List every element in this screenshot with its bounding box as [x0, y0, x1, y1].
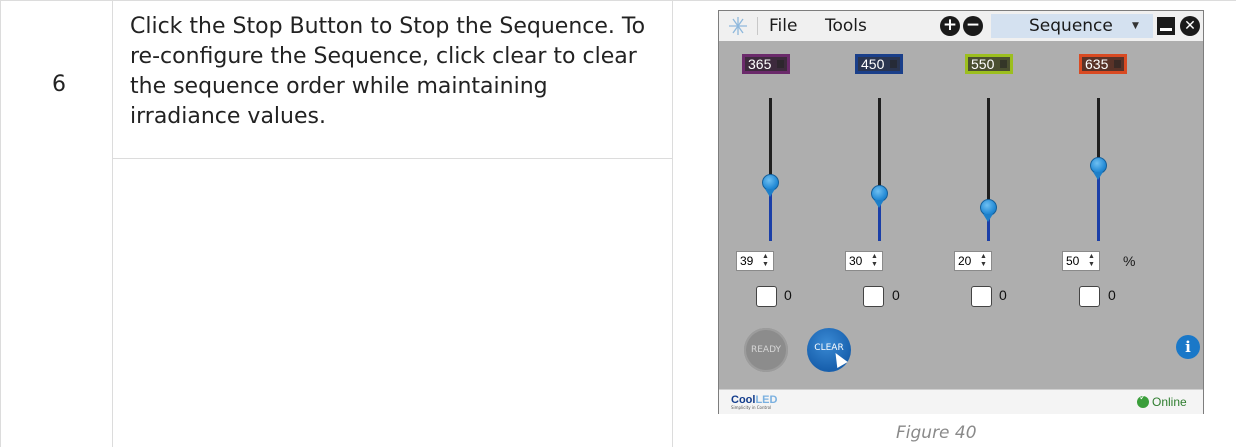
- close-icon[interactable]: ✕: [1180, 16, 1200, 36]
- wavelength-badge-635: 635: [1079, 54, 1127, 74]
- menu-file[interactable]: File: [769, 16, 797, 36]
- percent-unit: %: [1123, 253, 1136, 269]
- menu-tools[interactable]: Tools: [825, 16, 867, 36]
- intensity-value: 30: [849, 254, 863, 268]
- table-row-divider: [112, 158, 672, 159]
- stepper-arrows-icon[interactable]: ▲ ▼: [980, 253, 989, 269]
- wavelength-badge-450: 450: [855, 54, 903, 74]
- table-top-border: [0, 0, 1236, 1]
- sequence-order-365: 0: [784, 287, 792, 303]
- wavelength-badge-550: 550: [965, 54, 1013, 74]
- intensity-input-450[interactable]: 30 ▲ ▼: [845, 251, 883, 271]
- step-instructions: Click the Stop Button to Stop the Sequen…: [130, 14, 646, 129]
- slider-thumb[interactable]: [762, 174, 779, 197]
- stepper-arrows-icon[interactable]: ▲ ▼: [871, 253, 880, 269]
- intensity-value: 20: [958, 254, 972, 268]
- add-icon[interactable]: +: [940, 16, 960, 36]
- sequence-order-450: 0: [892, 287, 900, 303]
- figure-caption: Figure 40: [896, 423, 977, 443]
- info-icon[interactable]: i: [1176, 335, 1200, 359]
- slider-thumb[interactable]: [1090, 157, 1107, 180]
- status-bar: CoolLED Simplicity in Control Online: [719, 389, 1203, 414]
- intensity-value: 39: [740, 254, 754, 268]
- sequence-checkbox-635[interactable]: [1079, 286, 1100, 307]
- ready-button[interactable]: READY: [744, 328, 788, 372]
- step-number: 6: [52, 72, 66, 97]
- sequence-order-550: 0: [999, 287, 1007, 303]
- stepper-arrows-icon[interactable]: ▲ ▼: [762, 253, 771, 269]
- sequence-label: Sequence: [1029, 16, 1113, 36]
- slider-thumb[interactable]: [871, 185, 888, 208]
- table-divider-col2: [672, 0, 673, 447]
- slider-thumb[interactable]: [980, 199, 997, 222]
- stepper-arrows-icon[interactable]: ▲ ▼: [1088, 253, 1097, 269]
- chevron-down-icon: ▼: [1132, 21, 1139, 31]
- online-check-icon: [1137, 393, 1149, 408]
- app-logo-icon: [729, 17, 747, 35]
- intensity-input-550[interactable]: 20 ▲ ▼: [954, 251, 992, 271]
- remove-icon[interactable]: −: [963, 16, 983, 36]
- sequence-checkbox-365[interactable]: [756, 286, 777, 307]
- title-bar: File Tools + − Sequence ▼ ✕: [719, 11, 1203, 41]
- intensity-value: 50: [1066, 254, 1080, 268]
- clear-button[interactable]: CLEAR: [807, 328, 851, 372]
- title-separator: [757, 17, 758, 35]
- table-border-left: [0, 0, 1, 447]
- minimize-icon[interactable]: [1157, 17, 1175, 35]
- intensity-input-365[interactable]: 39 ▲ ▼: [736, 251, 774, 271]
- table-divider-col1: [112, 0, 113, 447]
- wavelength-badge-365: 365: [742, 54, 790, 74]
- intensity-input-635[interactable]: 50 ▲ ▼: [1062, 251, 1100, 271]
- sequence-checkbox-550[interactable]: [971, 286, 992, 307]
- brand-tagline: Simplicity in Control: [731, 405, 772, 410]
- connection-status: Online: [1152, 395, 1187, 409]
- sequence-order-635: 0: [1108, 287, 1116, 303]
- sequence-dropdown[interactable]: Sequence ▼: [991, 14, 1153, 38]
- sequence-checkbox-450[interactable]: [863, 286, 884, 307]
- app-window: File Tools + − Sequence ▼ ✕ 365 450 550 …: [718, 10, 1204, 414]
